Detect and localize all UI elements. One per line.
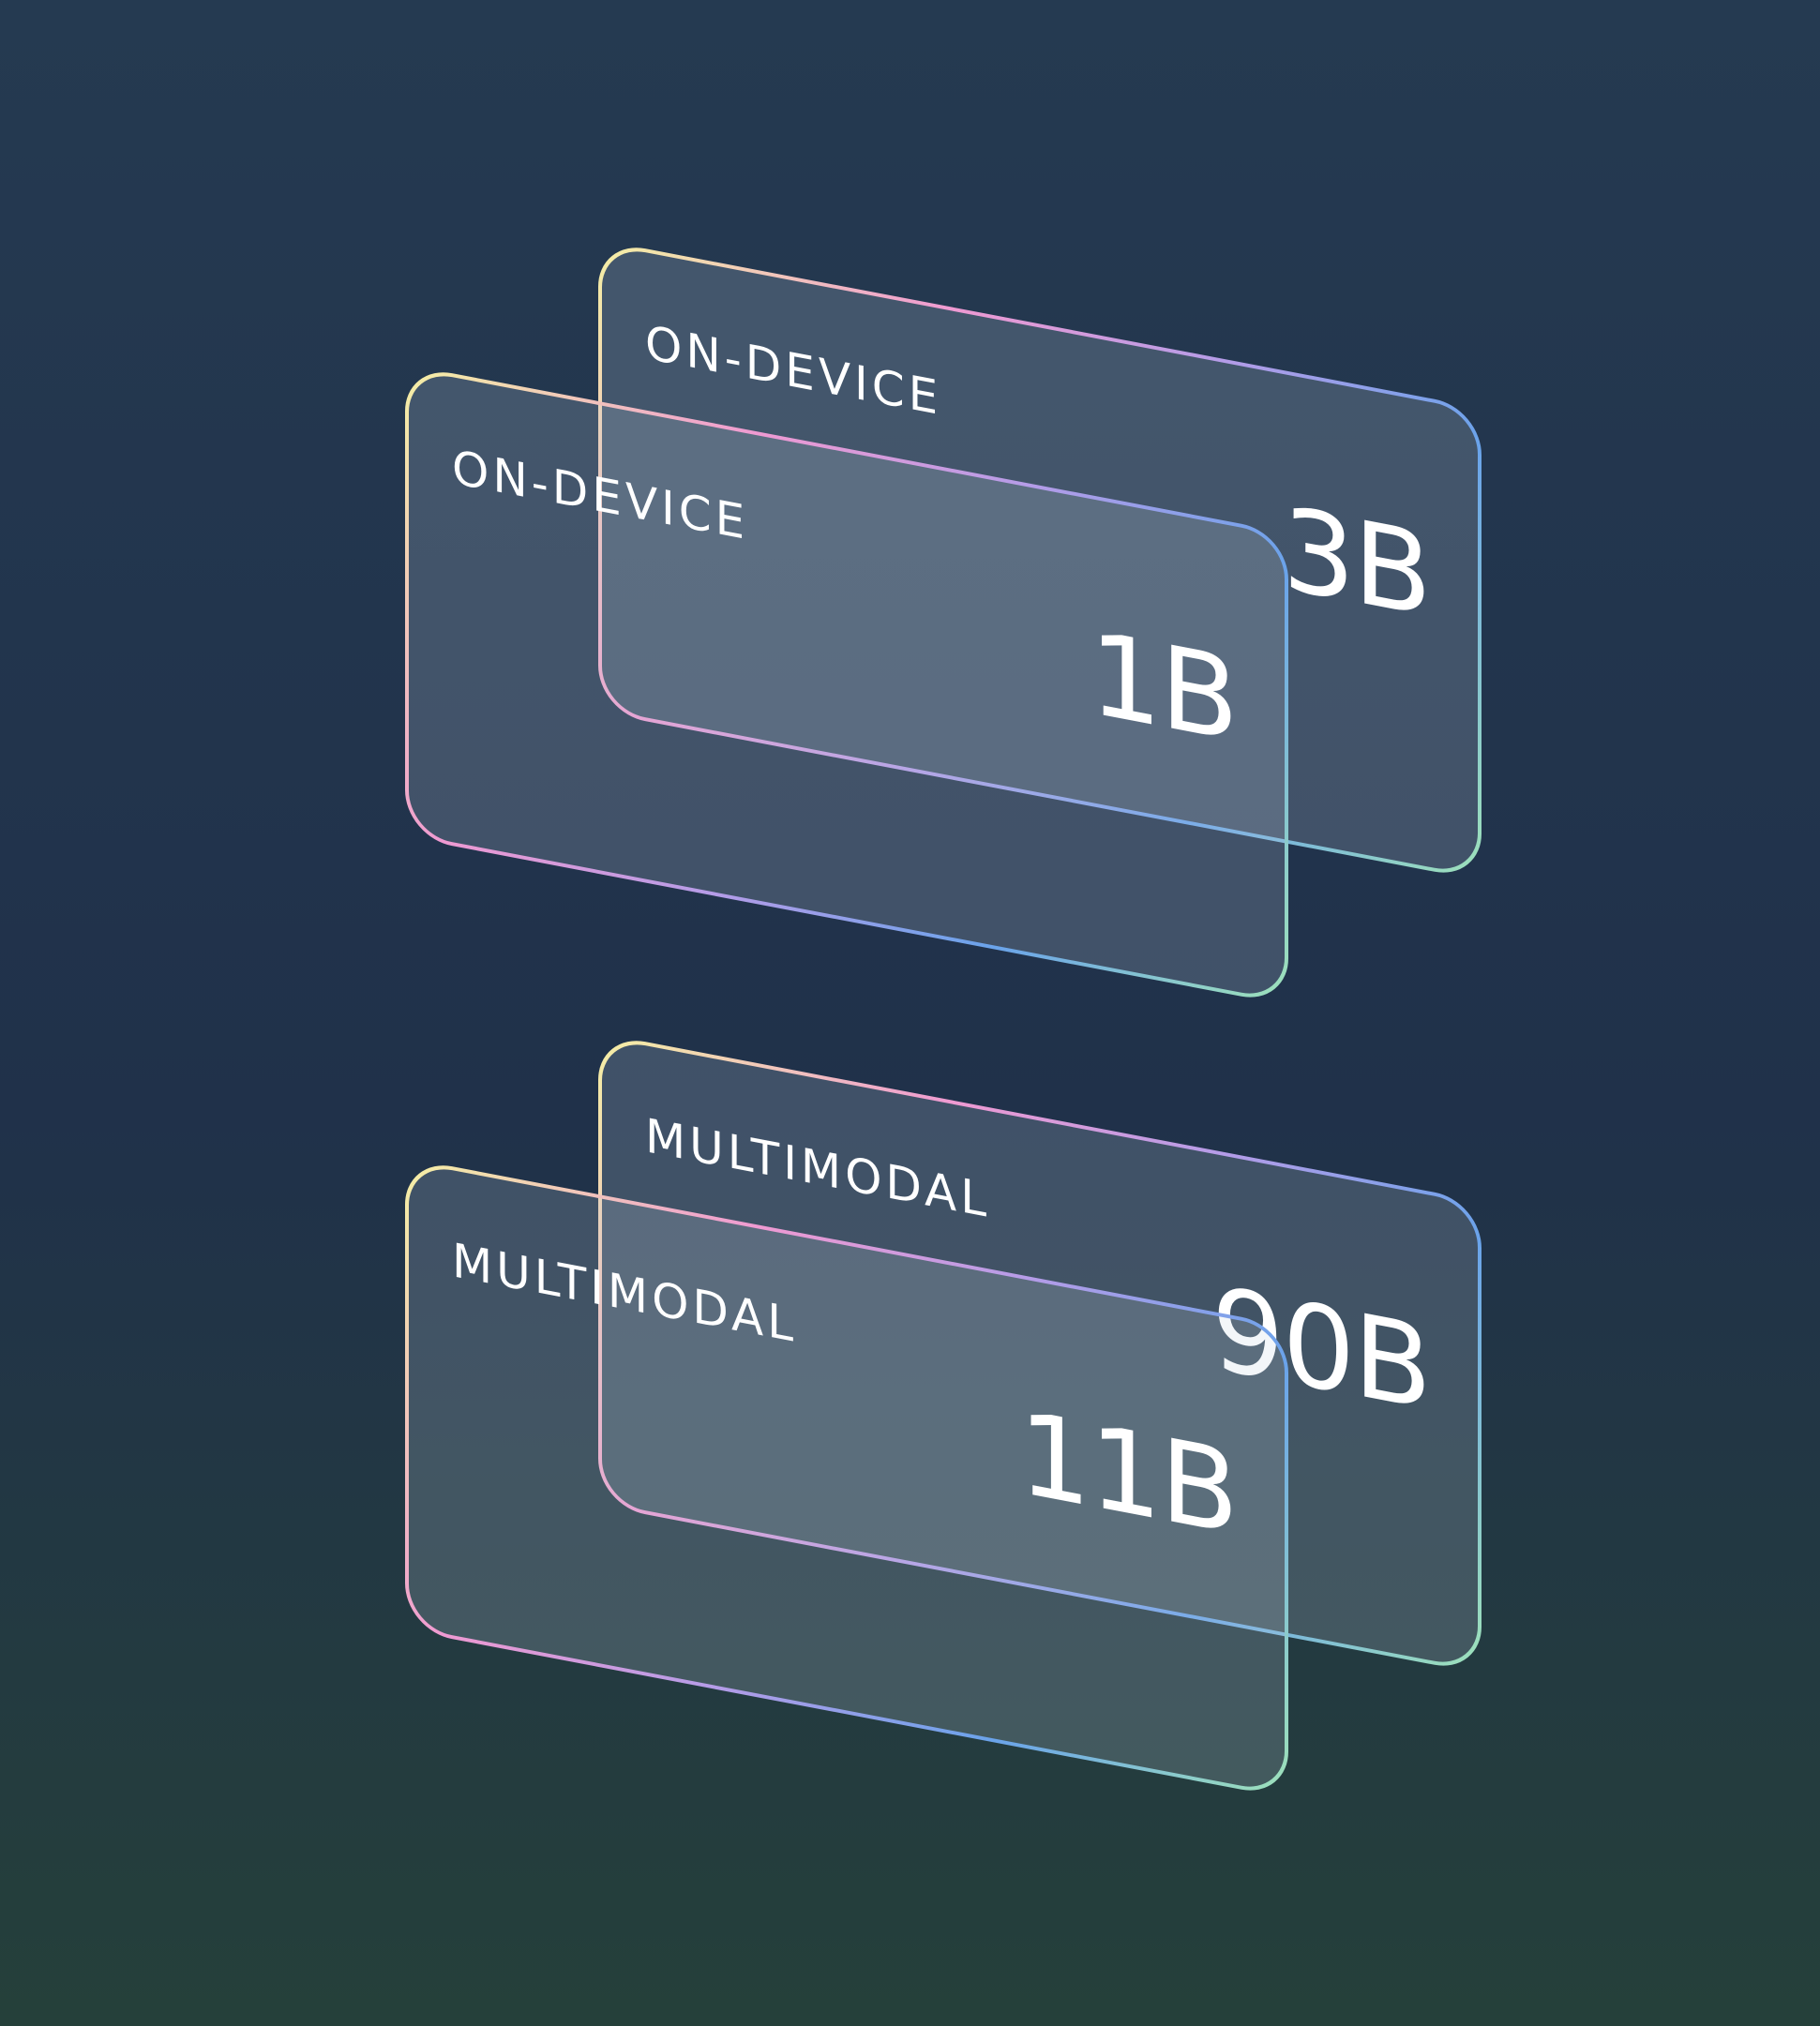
card-value: 3B: [1283, 483, 1430, 644]
model-size-diagram: ON-DEVICE 3B ON-DEVICE 1B MULTIMODAL 90B…: [0, 0, 1820, 2026]
card-value: 1B: [1090, 608, 1237, 769]
